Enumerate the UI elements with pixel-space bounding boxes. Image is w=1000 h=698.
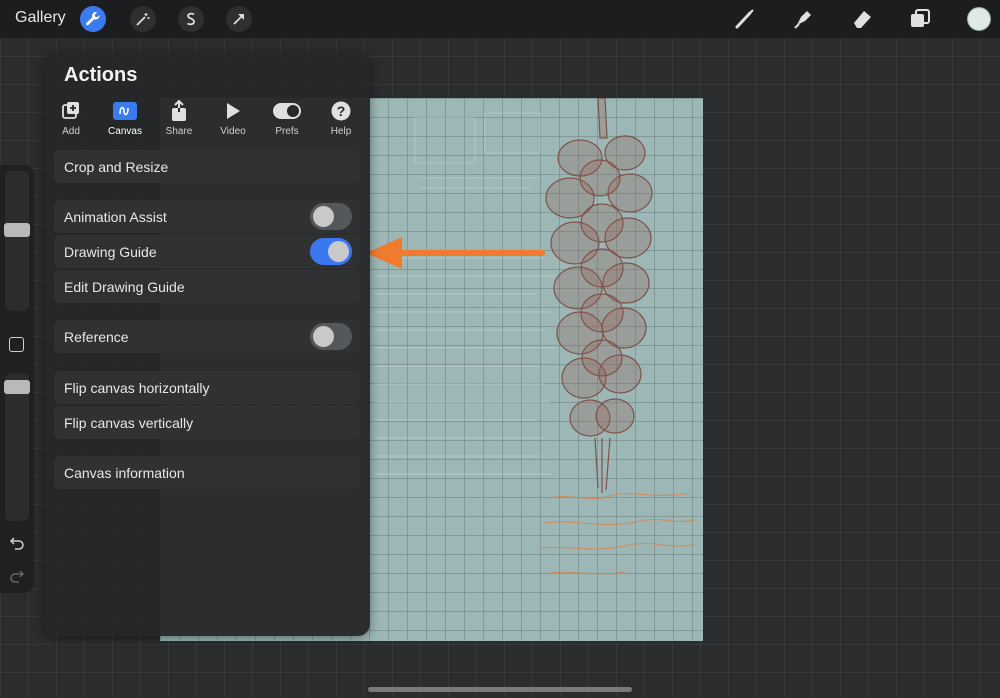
- crop-resize-item[interactable]: Crop and Resize: [54, 150, 360, 183]
- tab-share[interactable]: Share: [152, 100, 206, 137]
- help-icon: ?: [314, 100, 368, 122]
- reference-toggle[interactable]: [310, 323, 352, 350]
- item-label: Crop and Resize: [64, 158, 169, 175]
- redo-icon[interactable]: [9, 569, 25, 583]
- opacity-slider[interactable]: [5, 373, 29, 521]
- item-label: Edit Drawing Guide: [64, 278, 185, 295]
- tab-help[interactable]: ? Help: [314, 100, 368, 137]
- toggle-icon: [260, 100, 314, 122]
- play-icon: [206, 100, 260, 122]
- tab-label: Share: [165, 126, 193, 137]
- flip-horizontal-item[interactable]: Flip canvas horizontally: [54, 371, 360, 404]
- panel-title: Actions: [64, 64, 138, 86]
- reference-item: Reference: [54, 320, 360, 353]
- drawing-guide-toggle[interactable]: [310, 238, 352, 265]
- item-label: Reference: [64, 328, 129, 345]
- home-indicator[interactable]: [368, 687, 632, 692]
- brush-size-slider[interactable]: [5, 171, 29, 311]
- item-label: Flip canvas horizontally: [64, 379, 210, 396]
- selection-s-icon[interactable]: [178, 6, 204, 32]
- eraser-icon[interactable]: [850, 7, 874, 31]
- gallery-button[interactable]: Gallery: [15, 9, 66, 27]
- sidebar: [0, 165, 34, 593]
- item-label: Flip canvas vertically: [64, 414, 194, 431]
- smudge-icon[interactable]: [791, 7, 815, 31]
- drawing-guide-item: Drawing Guide: [54, 235, 360, 268]
- layers-icon[interactable]: [908, 7, 932, 31]
- modify-button[interactable]: [9, 337, 24, 352]
- tab-video[interactable]: Video: [206, 100, 260, 137]
- share-icon: [152, 100, 206, 122]
- wrench-icon[interactable]: [80, 6, 106, 32]
- canvas-icon: [98, 100, 152, 122]
- edit-drawing-guide-item[interactable]: Edit Drawing Guide: [54, 270, 360, 303]
- color-picker[interactable]: [967, 7, 991, 31]
- canvas-information-item[interactable]: Canvas information: [54, 456, 360, 489]
- undo-icon[interactable]: [9, 536, 25, 550]
- magic-wand-icon[interactable]: [130, 6, 156, 32]
- transform-arrow-icon[interactable]: [226, 6, 252, 32]
- tab-label: Prefs: [275, 126, 299, 137]
- toggle-knob: [313, 206, 334, 227]
- animation-assist-toggle[interactable]: [310, 203, 352, 230]
- tab-label: Video: [220, 126, 246, 137]
- animation-assist-item: Animation Assist: [54, 200, 360, 233]
- annotation-arrow-icon: [366, 237, 545, 269]
- tab-label: Help: [330, 126, 352, 137]
- tab-canvas[interactable]: Canvas: [98, 100, 152, 137]
- actions-panel: Actions Add Canvas Share Video Prefs ? H…: [44, 52, 370, 636]
- flip-vertical-item[interactable]: Flip canvas vertically: [54, 406, 360, 439]
- tab-label: Add: [62, 126, 80, 137]
- top-toolbar: Gallery: [0, 0, 1000, 38]
- tab-add[interactable]: Add: [44, 100, 98, 137]
- opacity-thumb[interactable]: [4, 380, 30, 394]
- tab-label: Canvas: [108, 126, 142, 137]
- toggle-knob: [313, 326, 334, 347]
- brush-size-thumb[interactable]: [4, 223, 30, 237]
- tab-prefs[interactable]: Prefs: [260, 100, 314, 137]
- item-label: Canvas information: [64, 464, 185, 481]
- item-label: Drawing Guide: [64, 243, 157, 260]
- add-image-icon: [44, 100, 98, 122]
- svg-text:?: ?: [337, 103, 346, 119]
- item-label: Animation Assist: [64, 208, 167, 225]
- toggle-knob: [328, 241, 349, 262]
- brush-icon[interactable]: [733, 7, 757, 31]
